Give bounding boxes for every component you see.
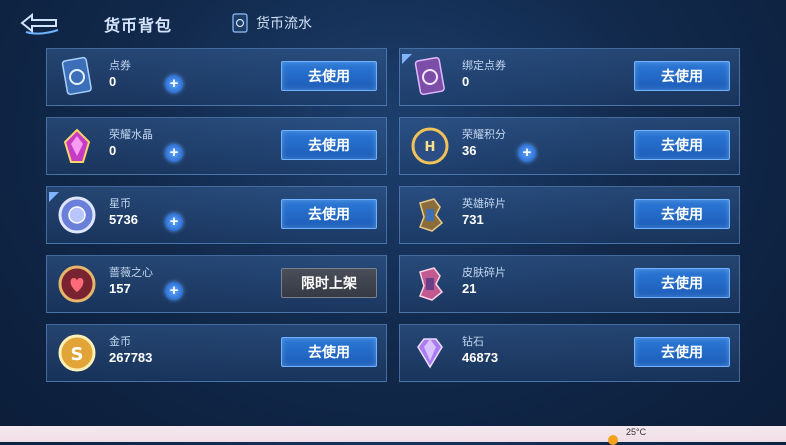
temperature-label: 25°C (626, 427, 647, 437)
currency-name: 星币 (109, 198, 131, 210)
currency-flow-link[interactable]: 货币流水 (232, 12, 312, 34)
limited-time-button[interactable]: 限时上架 (281, 268, 377, 298)
currency-card: 荣耀水晶 0 + 去使用 (46, 117, 387, 175)
currency-card: 绑定点券 0 去使用 (399, 48, 740, 106)
add-currency-button[interactable]: + (165, 75, 183, 93)
currency-name: 金币 (109, 336, 131, 348)
go-use-button[interactable]: 去使用 (634, 337, 730, 367)
sun-icon (608, 435, 618, 445)
currency-amount: 267783 (109, 350, 153, 365)
currency-name: 英雄碎片 (462, 198, 506, 210)
currency-amount: 731 (462, 212, 484, 227)
diamond-icon (408, 331, 452, 375)
go-use-button[interactable]: 去使用 (281, 130, 377, 160)
currency-amount: 157 (109, 281, 131, 296)
taskbar-strip: 25°C (0, 426, 786, 445)
currency-amount: 0 (109, 143, 117, 158)
star-coin-icon (55, 193, 99, 237)
currency-card: 钻石 46873 去使用 (399, 324, 740, 382)
currency-amount: 36 (462, 143, 477, 158)
add-currency-button[interactable]: + (165, 144, 183, 162)
skin-fragment-icon (408, 262, 452, 306)
svg-text:H: H (425, 140, 436, 155)
currency-card: 皮肤碎片 21 去使用 (399, 255, 740, 313)
go-use-button[interactable]: 去使用 (634, 61, 730, 91)
svg-text:S: S (71, 344, 84, 365)
currency-name: 荣耀水晶 (109, 129, 153, 141)
go-use-button[interactable]: 去使用 (281, 337, 377, 367)
currency-amount: 21 (462, 281, 477, 296)
currency-card: 星币 5736 + 去使用 (46, 186, 387, 244)
currency-card: 蔷薇之心 157 + 限时上架 (46, 255, 387, 313)
back-arrow-icon[interactable] (18, 10, 62, 36)
page-title: 货币背包 (104, 18, 173, 35)
bound-voucher-card-icon (408, 55, 452, 99)
currency-amount: 5736 (109, 212, 138, 227)
add-currency-button[interactable]: + (518, 144, 536, 162)
go-use-button[interactable]: 去使用 (634, 130, 730, 160)
currency-name: 钻石 (462, 336, 484, 348)
currency-name: 点券 (109, 60, 131, 72)
currency-amount: 0 (109, 74, 117, 89)
add-currency-button[interactable]: + (165, 213, 183, 231)
currency-card: 点券 0 + 去使用 (46, 48, 387, 106)
currency-name: 荣耀积分 (462, 129, 506, 141)
currency-card: S 金币 267783 去使用 (46, 324, 387, 382)
glory-crystal-icon (55, 124, 99, 168)
go-use-button[interactable]: 去使用 (634, 199, 730, 229)
go-use-button[interactable]: 去使用 (634, 268, 730, 298)
currency-card: 英雄碎片 731 去使用 (399, 186, 740, 244)
currency-name: 皮肤碎片 (462, 267, 506, 279)
currency-name: 绑定点券 (462, 60, 506, 72)
go-use-button[interactable]: 去使用 (281, 61, 377, 91)
currency-flow-label: 货币流水 (256, 15, 312, 31)
ledger-icon (232, 13, 248, 33)
currency-amount: 46873 (462, 350, 499, 365)
gold-coin-icon: S (55, 331, 99, 375)
add-currency-button[interactable]: + (165, 282, 183, 300)
go-use-button[interactable]: 去使用 (281, 199, 377, 229)
currency-amount: 0 (462, 74, 470, 89)
voucher-card-icon (55, 55, 99, 99)
rose-heart-icon (55, 262, 99, 306)
hero-fragment-icon (408, 193, 452, 237)
top-bar: 货币背包 货币流水 (0, 0, 786, 48)
currency-card: H 荣耀积分 36 + 去使用 (399, 117, 740, 175)
currency-name: 蔷薇之心 (109, 267, 153, 279)
glory-points-icon: H (408, 124, 452, 168)
